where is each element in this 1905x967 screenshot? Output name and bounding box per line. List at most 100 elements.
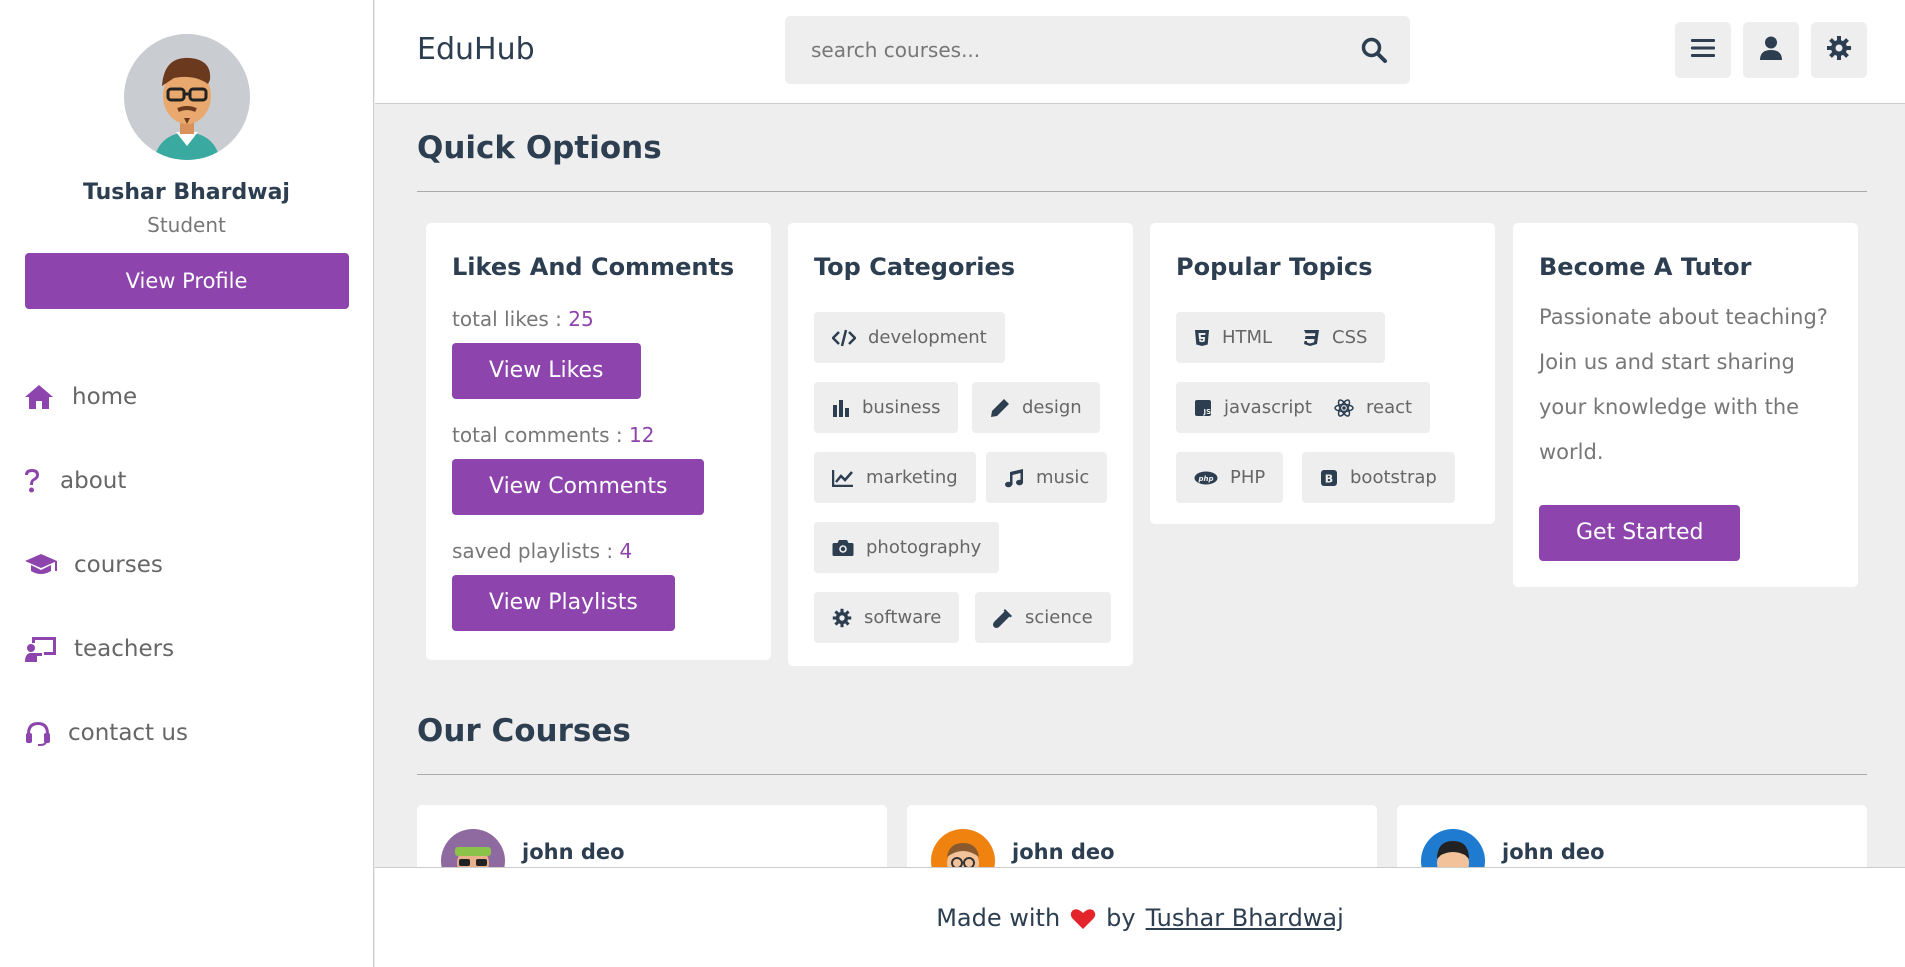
stat-label: total likes : xyxy=(452,307,569,331)
tutor-name: john deo xyxy=(1502,840,1605,864)
category-tag-photography[interactable]: photography xyxy=(814,522,1000,573)
sidebar-item-contact[interactable]: contact us xyxy=(0,691,373,775)
category-tag-software[interactable]: software xyxy=(814,592,960,643)
sidebar-item-courses[interactable]: courses xyxy=(0,523,373,607)
tag-label: bootstrap xyxy=(1350,467,1437,488)
course-card[interactable]: john deo xyxy=(907,805,1377,867)
sidebar: Tushar Bhardwaj Student View Profile hom… xyxy=(0,0,374,967)
card-title: Likes And Comments xyxy=(452,253,735,281)
cog-icon xyxy=(832,608,852,627)
card-title: Become A Tutor xyxy=(1539,253,1752,281)
sidebar-item-home[interactable]: home xyxy=(0,355,373,439)
category-tag-development[interactable]: development xyxy=(814,312,1005,363)
tag-label: CSS xyxy=(1332,327,1368,348)
category-tag-marketing[interactable]: marketing xyxy=(814,452,976,503)
headset-icon xyxy=(24,718,56,748)
search-icon[interactable] xyxy=(1360,36,1388,64)
sidebar-item-label: about xyxy=(60,468,127,494)
saved-playlists-stat: saved playlists : 4 xyxy=(452,539,632,563)
tag-label: PHP xyxy=(1230,467,1266,488)
get-started-button[interactable]: Get Started xyxy=(1539,505,1741,561)
footer-author-link[interactable]: Tushar Bhardwaj xyxy=(1146,904,1344,932)
footer: Made with by Tushar Bhardwaj xyxy=(375,867,1905,967)
app-logo[interactable]: EduHub xyxy=(417,32,535,67)
stat-value: 12 xyxy=(628,423,655,447)
top-header: EduHub xyxy=(375,0,1905,104)
card-title: Top Categories xyxy=(814,253,1016,281)
category-tag-science[interactable]: science xyxy=(975,592,1111,643)
popular-topics-card: Popular Topics HTML CSS JS javascript re… xyxy=(1150,223,1495,524)
total-likes-stat: total likes : 25 xyxy=(452,307,594,331)
tutor-name: john deo xyxy=(1012,840,1115,864)
php-icon: php xyxy=(1194,471,1218,484)
chalkboard-teacher-icon xyxy=(24,634,62,664)
vial-icon xyxy=(993,608,1012,628)
quick-options-title: Quick Options xyxy=(417,130,662,166)
our-courses-title: Our Courses xyxy=(417,713,631,749)
svg-text:JS: JS xyxy=(1203,408,1212,416)
css3-icon xyxy=(1304,329,1319,346)
heart-icon xyxy=(1070,904,1096,932)
tag-label: design xyxy=(1022,397,1082,418)
topic-tag-bootstrap[interactable]: B bootstrap xyxy=(1302,452,1455,503)
svg-text:php: php xyxy=(1197,475,1213,483)
become-tutor-card: Become A Tutor Passionate about teaching… xyxy=(1513,223,1858,587)
tag-label: marketing xyxy=(866,467,958,488)
tag-label: music xyxy=(1036,467,1090,488)
tag-label: javascript xyxy=(1224,397,1312,418)
view-comments-button[interactable]: View Comments xyxy=(452,459,705,515)
user-icon xyxy=(1760,36,1782,64)
view-playlists-button[interactable]: View Playlists xyxy=(452,575,675,631)
view-likes-button[interactable]: View Likes xyxy=(452,343,641,399)
tutor-name: john deo xyxy=(522,840,625,864)
category-tag-music[interactable]: music xyxy=(986,452,1108,503)
graduation-cap-icon xyxy=(24,550,62,580)
search-input[interactable] xyxy=(785,16,1345,84)
bars-icon xyxy=(1691,38,1715,62)
top-categories-card: Top Categories development business desi… xyxy=(788,223,1133,666)
stat-label: saved playlists : xyxy=(452,539,620,563)
tag-label: science xyxy=(1025,607,1093,628)
footer-prefix: Made with xyxy=(936,903,1061,932)
tag-label: business xyxy=(862,397,941,418)
menu-button[interactable] xyxy=(1675,22,1731,78)
sidebar-item-about[interactable]: about xyxy=(0,439,373,523)
tag-label: development xyxy=(868,327,987,348)
main-content: Quick Options Likes And Comments total l… xyxy=(375,105,1905,867)
topic-tag-php[interactable]: php PHP xyxy=(1176,452,1284,503)
topic-tag-html[interactable]: HTML xyxy=(1176,312,1291,363)
music-icon xyxy=(1005,468,1023,487)
tutor-description: Passionate about teaching? Join us and s… xyxy=(1539,295,1844,475)
topic-tag-javascript[interactable]: JS javascript xyxy=(1176,382,1330,433)
sidebar-item-label: contact us xyxy=(68,720,188,746)
stat-value: 4 xyxy=(619,539,633,563)
profile-role: Student xyxy=(147,213,226,237)
tutor-text-line: Passionate about teaching? xyxy=(1539,305,1828,329)
stat-label: total comments : xyxy=(452,423,629,447)
settings-button[interactable] xyxy=(1811,22,1867,78)
course-card[interactable]: john deo xyxy=(1397,805,1867,867)
total-comments-stat: total comments : 12 xyxy=(452,423,654,447)
section-divider xyxy=(417,191,1867,192)
section-divider xyxy=(417,774,1867,775)
topic-tag-react[interactable]: react xyxy=(1316,382,1431,433)
react-icon xyxy=(1334,398,1354,417)
camera-icon xyxy=(832,539,854,556)
sidebar-item-teachers[interactable]: teachers xyxy=(0,607,373,691)
sidebar-item-label: teachers xyxy=(74,636,175,662)
category-tag-business[interactable]: business xyxy=(814,382,959,433)
likes-comments-card: Likes And Comments total likes : 25 View… xyxy=(426,223,771,660)
profile-name: Tushar Bhardwaj xyxy=(83,180,290,205)
pen-icon xyxy=(991,398,1009,417)
course-card[interactable]: john deo xyxy=(417,805,887,867)
footer-by: by xyxy=(1106,903,1136,932)
tutor-text-line: Join us and start sharing xyxy=(1539,350,1795,374)
topic-tag-css[interactable]: CSS xyxy=(1284,312,1386,363)
category-tag-design[interactable]: design xyxy=(972,382,1100,433)
stat-value: 25 xyxy=(568,307,594,331)
user-button[interactable] xyxy=(1743,22,1799,78)
svg-text:B: B xyxy=(1325,472,1333,485)
gear-icon xyxy=(1826,35,1852,65)
view-profile-button[interactable]: View Profile xyxy=(24,253,349,309)
tutor-avatar xyxy=(441,829,505,867)
